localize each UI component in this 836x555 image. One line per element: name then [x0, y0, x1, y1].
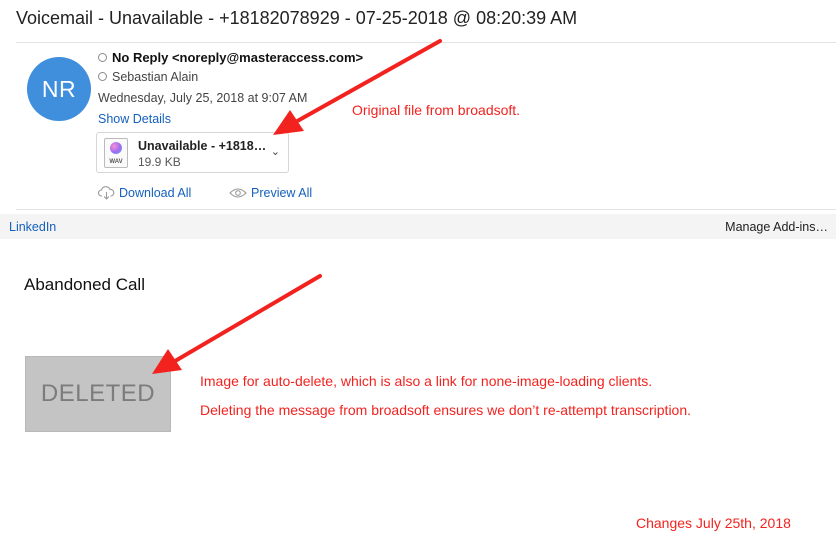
- preview-all-link[interactable]: Preview All: [229, 186, 312, 200]
- attachment-card[interactable]: WAV Unavailable - +1818… 19.9 KB ⌄: [96, 132, 289, 173]
- linkedin-addin-link[interactable]: LinkedIn: [9, 220, 56, 234]
- header-divider: [16, 42, 836, 43]
- recipient-line[interactable]: Sebastian Alain: [98, 70, 198, 84]
- presence-status-icon: [98, 72, 107, 82]
- file-extension-label: WAV: [109, 159, 123, 165]
- email-subject: Voicemail - Unavailable - +18182078929 -…: [16, 8, 578, 28]
- attachment-size: 19.9 KB: [138, 155, 181, 169]
- show-details-link[interactable]: Show Details: [98, 112, 171, 126]
- message-body-title: Abandoned Call: [24, 275, 145, 294]
- sender-line[interactable]: No Reply <noreply@masteraccess.com>: [98, 50, 363, 65]
- annotation-original-file: Original file from broadsoft.: [352, 102, 521, 118]
- sender-avatar: NR: [27, 57, 91, 121]
- annotation-auto-delete: Image for auto-delete, which is also a l…: [200, 373, 653, 389]
- sent-date: Wednesday, July 25, 2018 at 9:07 AM: [98, 91, 308, 105]
- download-all-link[interactable]: Download All: [98, 185, 192, 201]
- sender-name: No Reply <noreply@masteraccess.com>: [112, 50, 364, 65]
- eye-icon: [229, 188, 247, 198]
- audio-file-icon: WAV: [104, 138, 128, 168]
- recipient-name: Sebastian Alain: [112, 70, 199, 84]
- auto-delete-image-link[interactable]: DELETED: [25, 356, 171, 432]
- annotation-arrow-to-deleted-image: [152, 274, 322, 374]
- presence-status-icon: [98, 53, 107, 63]
- download-all-label: Download All: [119, 186, 192, 200]
- chevron-down-icon[interactable]: ⌄: [271, 145, 280, 158]
- attachments-divider: [16, 209, 836, 210]
- preview-all-label: Preview All: [251, 186, 313, 200]
- music-note-icon: [110, 142, 122, 154]
- addin-bar: LinkedIn Manage Add-ins…: [0, 214, 836, 239]
- manage-addins-button[interactable]: Manage Add-ins…: [725, 220, 828, 234]
- attachment-name: Unavailable - +1818…: [138, 139, 267, 153]
- annotation-deleting-note: Deleting the message from broadsoft ensu…: [200, 402, 692, 418]
- annotation-changes-date: Changes July 25th, 2018: [636, 515, 791, 531]
- cloud-download-icon: [98, 185, 115, 200]
